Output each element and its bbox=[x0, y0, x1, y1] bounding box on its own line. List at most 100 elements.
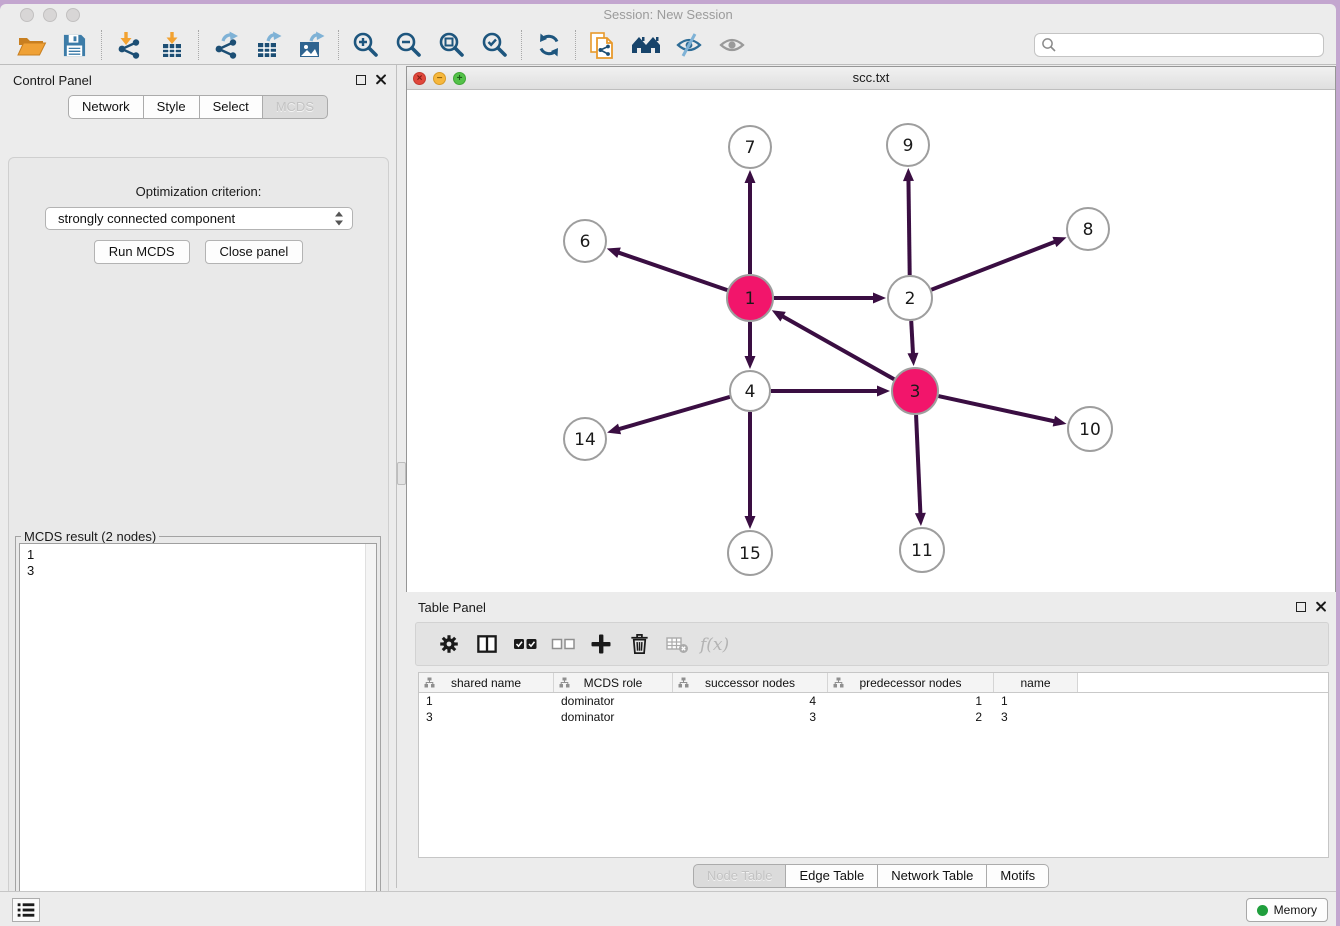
column-header-predecessor-nodes[interactable]: predecessor nodes bbox=[828, 673, 994, 692]
zoom-in-icon[interactable] bbox=[344, 28, 387, 62]
float-panel-icon[interactable] bbox=[356, 75, 366, 85]
hide-panels-icon[interactable] bbox=[667, 28, 710, 62]
tab-node-table[interactable]: Node Table bbox=[693, 864, 787, 888]
apply-layout-icon[interactable] bbox=[527, 28, 570, 62]
network-view-window: × − + scc.txt 7968124314101511 bbox=[406, 66, 1336, 592]
table-row[interactable]: 1dominator411 bbox=[419, 693, 1328, 709]
graph-edge-3-11[interactable] bbox=[916, 415, 920, 514]
search-field[interactable] bbox=[1034, 33, 1324, 57]
column-header-shared-name[interactable]: shared name bbox=[419, 673, 554, 692]
export-image-icon[interactable] bbox=[290, 28, 333, 62]
cell-predecessor-nodes[interactable]: 2 bbox=[828, 710, 994, 724]
select-all-icon[interactable] bbox=[506, 626, 544, 662]
network-close-button[interactable]: × bbox=[413, 72, 426, 85]
vertical-splitter-handle[interactable] bbox=[397, 462, 406, 485]
cell-name[interactable]: 3 bbox=[994, 710, 1078, 724]
column-header-label: name bbox=[1020, 676, 1050, 690]
column-header-label: shared name bbox=[451, 676, 521, 690]
close-table-panel-icon[interactable] bbox=[1315, 601, 1326, 612]
home-view-icon[interactable] bbox=[624, 28, 667, 62]
export-table-icon[interactable] bbox=[247, 28, 290, 62]
search-icon bbox=[1041, 37, 1057, 53]
window-zoom-button[interactable] bbox=[66, 8, 80, 22]
cell-mcds-role[interactable]: dominator bbox=[554, 694, 673, 708]
tab-network[interactable]: Network bbox=[68, 95, 144, 119]
graph-edge-1-6[interactable] bbox=[618, 252, 727, 290]
import-table-icon[interactable] bbox=[150, 28, 193, 62]
open-session-icon[interactable] bbox=[10, 28, 53, 62]
import-network-icon[interactable] bbox=[107, 28, 150, 62]
delete-entry-icon[interactable] bbox=[620, 626, 658, 662]
graph-edge-arrowhead bbox=[903, 168, 914, 181]
table-row[interactable]: 3dominator323 bbox=[419, 709, 1328, 725]
graph-edge-2-8[interactable] bbox=[931, 242, 1055, 290]
node-table: shared name MCDS rolesuccessor nodes prede… bbox=[418, 672, 1329, 858]
network-minimize-button[interactable]: − bbox=[433, 72, 446, 85]
mcds-result-line: 3 bbox=[27, 563, 376, 579]
optimization-criterion-select[interactable]: strongly connected component bbox=[45, 207, 353, 230]
zoom-out-icon[interactable] bbox=[387, 28, 430, 62]
graph-edge-2-9[interactable] bbox=[908, 180, 909, 275]
add-entry-icon[interactable] bbox=[582, 626, 620, 662]
tab-select[interactable]: Select bbox=[200, 95, 263, 119]
tab-motifs[interactable]: Motifs bbox=[987, 864, 1049, 888]
graph-node-label: 9 bbox=[903, 136, 914, 156]
table-options-icon[interactable] bbox=[430, 626, 468, 662]
tab-style[interactable]: Style bbox=[144, 95, 200, 119]
cell-successor-nodes[interactable]: 4 bbox=[673, 694, 828, 708]
mcds-result-title: MCDS result (2 nodes) bbox=[21, 529, 159, 544]
graph-node-label: 15 bbox=[739, 544, 761, 564]
cell-shared-name[interactable]: 3 bbox=[419, 710, 554, 724]
graph-edge-4-14[interactable] bbox=[619, 397, 730, 429]
tab-edge-table[interactable]: Edge Table bbox=[786, 864, 878, 888]
result-scrollbar[interactable] bbox=[365, 544, 376, 908]
network-maximize-button[interactable]: + bbox=[453, 72, 466, 85]
mcds-result-line: 1 bbox=[27, 547, 376, 563]
clear-selection-icon[interactable] bbox=[544, 626, 582, 662]
graph-edge-arrowhead bbox=[877, 386, 890, 397]
close-panel-button[interactable]: Close panel bbox=[205, 240, 304, 264]
graph-edge-arrowhead bbox=[607, 424, 621, 435]
graph-node-label: 4 bbox=[745, 382, 756, 402]
column-header-label: predecessor nodes bbox=[859, 676, 961, 690]
memory-button[interactable]: Memory bbox=[1246, 898, 1328, 922]
graph-edge-2-3[interactable] bbox=[911, 321, 913, 354]
window-minimize-button[interactable] bbox=[43, 8, 57, 22]
cell-mcds-role[interactable]: dominator bbox=[554, 710, 673, 724]
tab-mcds[interactable]: MCDS bbox=[263, 95, 328, 119]
tab-network-table[interactable]: Network Table bbox=[878, 864, 987, 888]
column-header-mcds-role[interactable]: MCDS role bbox=[554, 673, 673, 692]
column-header-successor-nodes[interactable]: successor nodes bbox=[673, 673, 828, 692]
mcds-panel: Optimization criterion: strongly connect… bbox=[8, 157, 389, 920]
search-input[interactable] bbox=[1057, 36, 1323, 54]
table-panel: Table Panel bbox=[406, 592, 1336, 888]
node-table-body: 1dominator4113dominator323 bbox=[419, 693, 1328, 725]
float-table-panel-icon[interactable] bbox=[1296, 602, 1306, 612]
network-from-document-icon[interactable] bbox=[581, 28, 624, 62]
toolbar-separator bbox=[198, 30, 199, 60]
graph-edge-3-1[interactable] bbox=[782, 316, 894, 379]
cell-predecessor-nodes[interactable]: 1 bbox=[828, 694, 994, 708]
zoom-fit-icon[interactable] bbox=[430, 28, 473, 62]
graph-node-label: 8 bbox=[1083, 220, 1094, 240]
export-network-icon[interactable] bbox=[204, 28, 247, 62]
optimization-criterion-label: Optimization criterion: bbox=[9, 184, 388, 199]
control-panel-title: Control Panel bbox=[13, 73, 92, 88]
zoom-selected-icon[interactable] bbox=[473, 28, 516, 62]
graph-edge-3-10[interactable] bbox=[938, 396, 1054, 421]
list-icon bbox=[16, 901, 36, 919]
optimization-criterion-value: strongly connected component bbox=[58, 211, 235, 226]
run-mcds-button[interactable]: Run MCDS bbox=[94, 240, 190, 264]
graph-node-label: 7 bbox=[745, 138, 756, 158]
show-columns-icon[interactable] bbox=[468, 626, 506, 662]
cell-name[interactable]: 1 bbox=[994, 694, 1078, 708]
cell-successor-nodes[interactable]: 3 bbox=[673, 710, 828, 724]
save-session-icon[interactable] bbox=[53, 28, 96, 62]
graph-edge-arrowhead bbox=[907, 353, 918, 366]
task-history-button[interactable] bbox=[12, 898, 40, 922]
cell-shared-name[interactable]: 1 bbox=[419, 694, 554, 708]
close-panel-icon[interactable] bbox=[375, 74, 386, 85]
column-header-name[interactable]: name bbox=[994, 673, 1078, 692]
network-canvas[interactable]: 7968124314101511 bbox=[407, 90, 1335, 592]
window-close-button[interactable] bbox=[20, 8, 34, 22]
